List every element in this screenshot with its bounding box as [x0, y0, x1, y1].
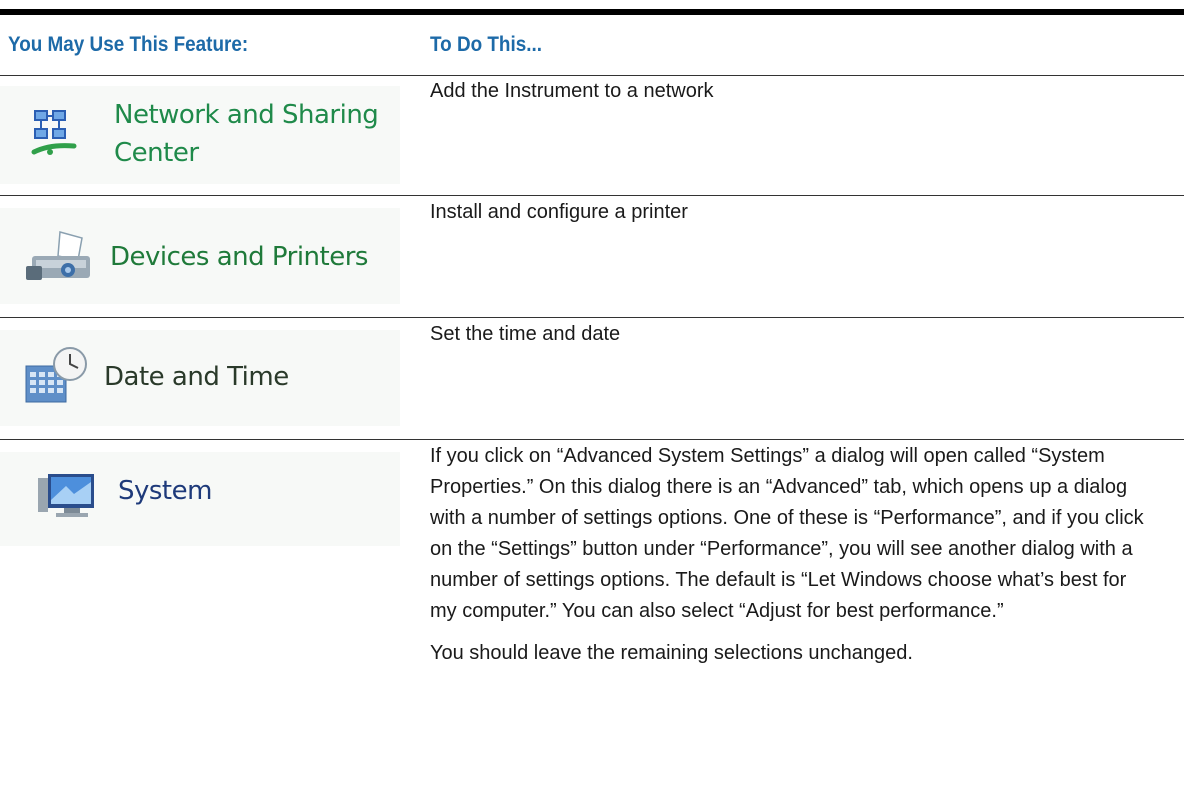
description: Add the Instrument to a network	[430, 80, 714, 102]
row-divider	[0, 317, 1184, 318]
column-header-action: To Do This...	[430, 33, 542, 56]
feature-label: Date and Time	[104, 362, 289, 392]
row-divider	[0, 195, 1184, 196]
description: If you click on “Advanced System Setting…	[430, 445, 1144, 664]
devices-printers-feature[interactable]: Devices and Printers	[0, 208, 400, 304]
system-feature[interactable]: System	[0, 452, 400, 546]
printer-icon	[24, 230, 94, 295]
network-icon	[30, 104, 82, 169]
feature-label: System	[118, 476, 212, 506]
system-monitor-icon	[36, 472, 100, 525]
date-time-feature[interactable]: Date and Time	[0, 330, 400, 426]
row-divider	[0, 439, 1184, 440]
network-sharing-feature[interactable]: Network and Sharing Center	[0, 86, 400, 184]
column-header-feature: You May Use This Feature:	[8, 33, 249, 56]
description: Set the time and date	[430, 323, 621, 345]
feature-label: Network and Sharing Center	[114, 100, 379, 168]
description: Install and configure a printer	[430, 201, 688, 223]
top-rule	[0, 9, 1184, 15]
feature-label: Devices and Printers	[110, 242, 368, 272]
calendar-clock-icon	[22, 342, 92, 417]
